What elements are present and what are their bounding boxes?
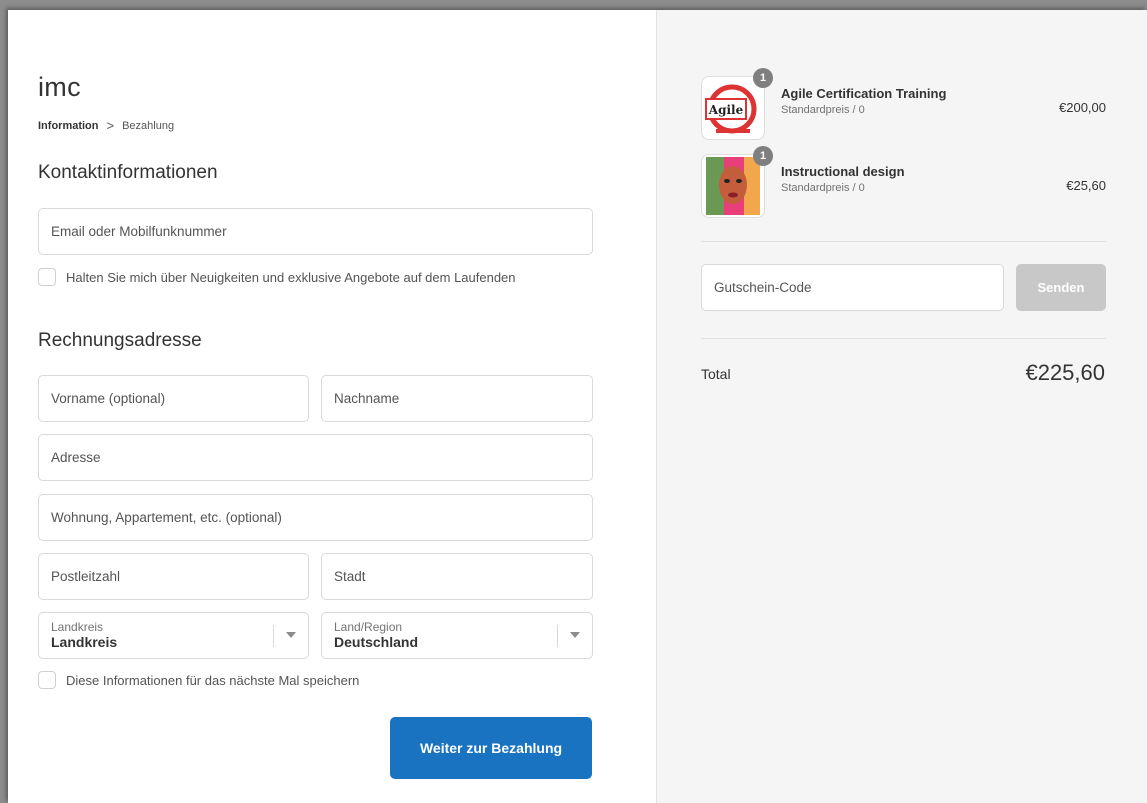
last-name-placeholder: Nachname (334, 391, 400, 406)
agile-logo-icon: Agile (705, 84, 757, 134)
checkout-window: imc Information > Bezahlung Kontaktinfor… (8, 10, 1147, 803)
country-select[interactable]: Land/Region Deutschland (321, 612, 593, 659)
apartment-placeholder: Wohnung, Appartement, etc. (optional) (51, 510, 282, 525)
select-divider (557, 625, 558, 647)
quantity-badge: 1 (753, 146, 773, 166)
save-info-row: Diese Informationen für das nächste Mal … (38, 671, 359, 689)
email-field-placeholder: Email oder Mobilfunknummer (51, 224, 227, 239)
billing-section-title: Rechnungsadresse (38, 330, 202, 351)
address-field[interactable]: Adresse (38, 434, 593, 481)
product-thumbnail: 1 (701, 146, 773, 218)
postal-code-field[interactable]: Postleitzahl (38, 553, 309, 600)
county-select-label: Landkreis (51, 620, 104, 634)
save-info-checkbox[interactable] (38, 671, 56, 689)
cart-item: 1 Instructional design Standardpreis / 0… (701, 146, 1106, 218)
apartment-field[interactable]: Wohnung, Appartement, etc. (optional) (38, 494, 593, 541)
cart-item-name: Agile Certification Training (781, 86, 947, 101)
cart-item-subtitle: Standardpreis / 0 (781, 104, 865, 116)
email-field[interactable]: Email oder Mobilfunknummer (38, 208, 593, 255)
cart-item-price: €25,60 (1066, 178, 1106, 193)
contact-section-title: Kontaktinformationen (38, 162, 218, 183)
breadcrumb: Information > Bezahlung (38, 118, 174, 133)
order-summary-panel: Agile 1 Agile Certification Training Sta… (656, 10, 1147, 803)
newsletter-label: Halten Sie mich über Neuigkeiten und exk… (66, 269, 516, 285)
store-logo[interactable]: imc (38, 72, 81, 103)
country-select-value: Deutschland (334, 634, 419, 650)
summary-divider (701, 241, 1106, 242)
cart-item-price: €200,00 (1059, 100, 1106, 115)
cart-item-subtitle: Standardpreis / 0 (781, 182, 865, 194)
chevron-right-icon: > (106, 118, 115, 133)
continue-to-payment-button[interactable]: Weiter zur Bezahlung (390, 717, 592, 779)
first-name-placeholder: Vorname (optional) (51, 391, 166, 406)
chevron-down-icon (570, 632, 580, 638)
total-value: €225,60 (1025, 360, 1105, 385)
total-label: Total (701, 366, 731, 382)
postal-code-placeholder: Postleitzahl (51, 569, 121, 584)
breadcrumb-information[interactable]: Information (38, 120, 99, 132)
coupon-code-placeholder: Gutschein-Code (714, 280, 812, 295)
county-select[interactable]: Landkreis Landkreis (38, 612, 309, 659)
summary-divider (701, 338, 1106, 339)
chevron-down-icon (286, 632, 296, 638)
product-thumbnail: Agile 1 (701, 68, 773, 140)
address-placeholder: Adresse (51, 450, 101, 465)
breadcrumb-payment: Bezahlung (122, 119, 175, 132)
coupon-code-input[interactable]: Gutschein-Code (701, 264, 1004, 311)
select-divider (273, 625, 274, 647)
country-select-label: Land/Region (334, 620, 403, 634)
newsletter-checkbox[interactable] (38, 268, 56, 286)
apply-coupon-button[interactable]: Senden (1016, 264, 1106, 311)
city-field[interactable]: Stadt (321, 553, 593, 600)
cart-item-name: Instructional design (781, 164, 905, 179)
checkout-form-panel: imc Information > Bezahlung Kontaktinfor… (8, 10, 656, 803)
save-info-label: Diese Informationen für das nächste Mal … (66, 672, 360, 688)
county-select-value: Landkreis (51, 634, 118, 650)
newsletter-row: Halten Sie mich über Neuigkeiten und exk… (38, 268, 516, 286)
cart-item-info: Agile Certification Training Standardpre… (781, 86, 946, 116)
cart-item-info: Instructional design Standardpreis / 0 (781, 164, 905, 194)
cart-item: Agile 1 Agile Certification Training Sta… (701, 68, 1106, 140)
first-name-field[interactable]: Vorname (optional) (38, 375, 309, 422)
portrait-art-icon (706, 157, 760, 215)
last-name-field[interactable]: Nachname (321, 375, 593, 422)
quantity-badge: 1 (753, 68, 773, 88)
city-placeholder: Stadt (334, 569, 366, 584)
agile-logo-text: Agile (708, 103, 744, 117)
